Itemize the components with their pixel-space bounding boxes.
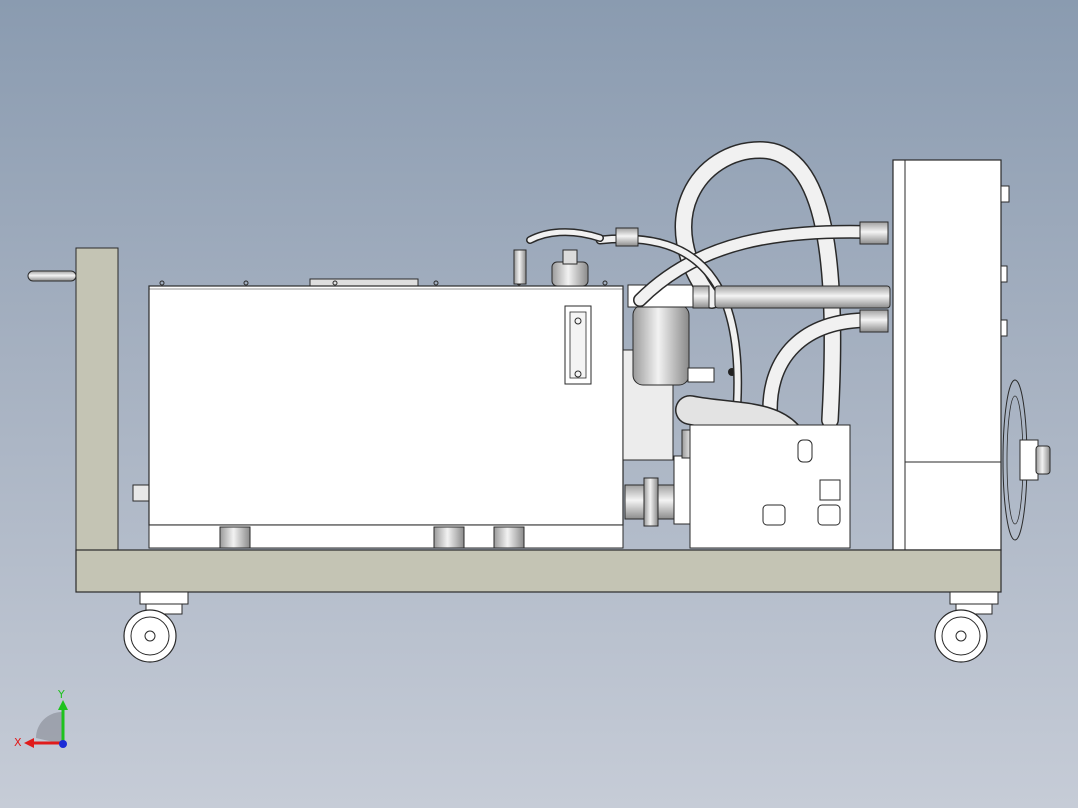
base-frame	[75, 549, 1002, 593]
oil-cooler	[892, 159, 1010, 551]
caster-left	[123, 591, 189, 663]
y-axis-label: Y	[57, 688, 65, 701]
cooling-fan	[1002, 379, 1051, 541]
axis-triad: X Y	[14, 688, 68, 749]
cad-model-drawing: X Y	[14, 140, 1051, 749]
cad-viewport[interactable]: X Y	[0, 0, 1078, 808]
x-axis-label: X	[14, 736, 22, 749]
level-gauge	[564, 305, 592, 385]
breather-cap	[513, 249, 589, 287]
valve-block	[689, 424, 851, 549]
oil-tank	[148, 278, 624, 549]
handle-post	[27, 247, 150, 551]
z-axis-dot	[59, 740, 67, 748]
caster-right	[934, 591, 999, 663]
